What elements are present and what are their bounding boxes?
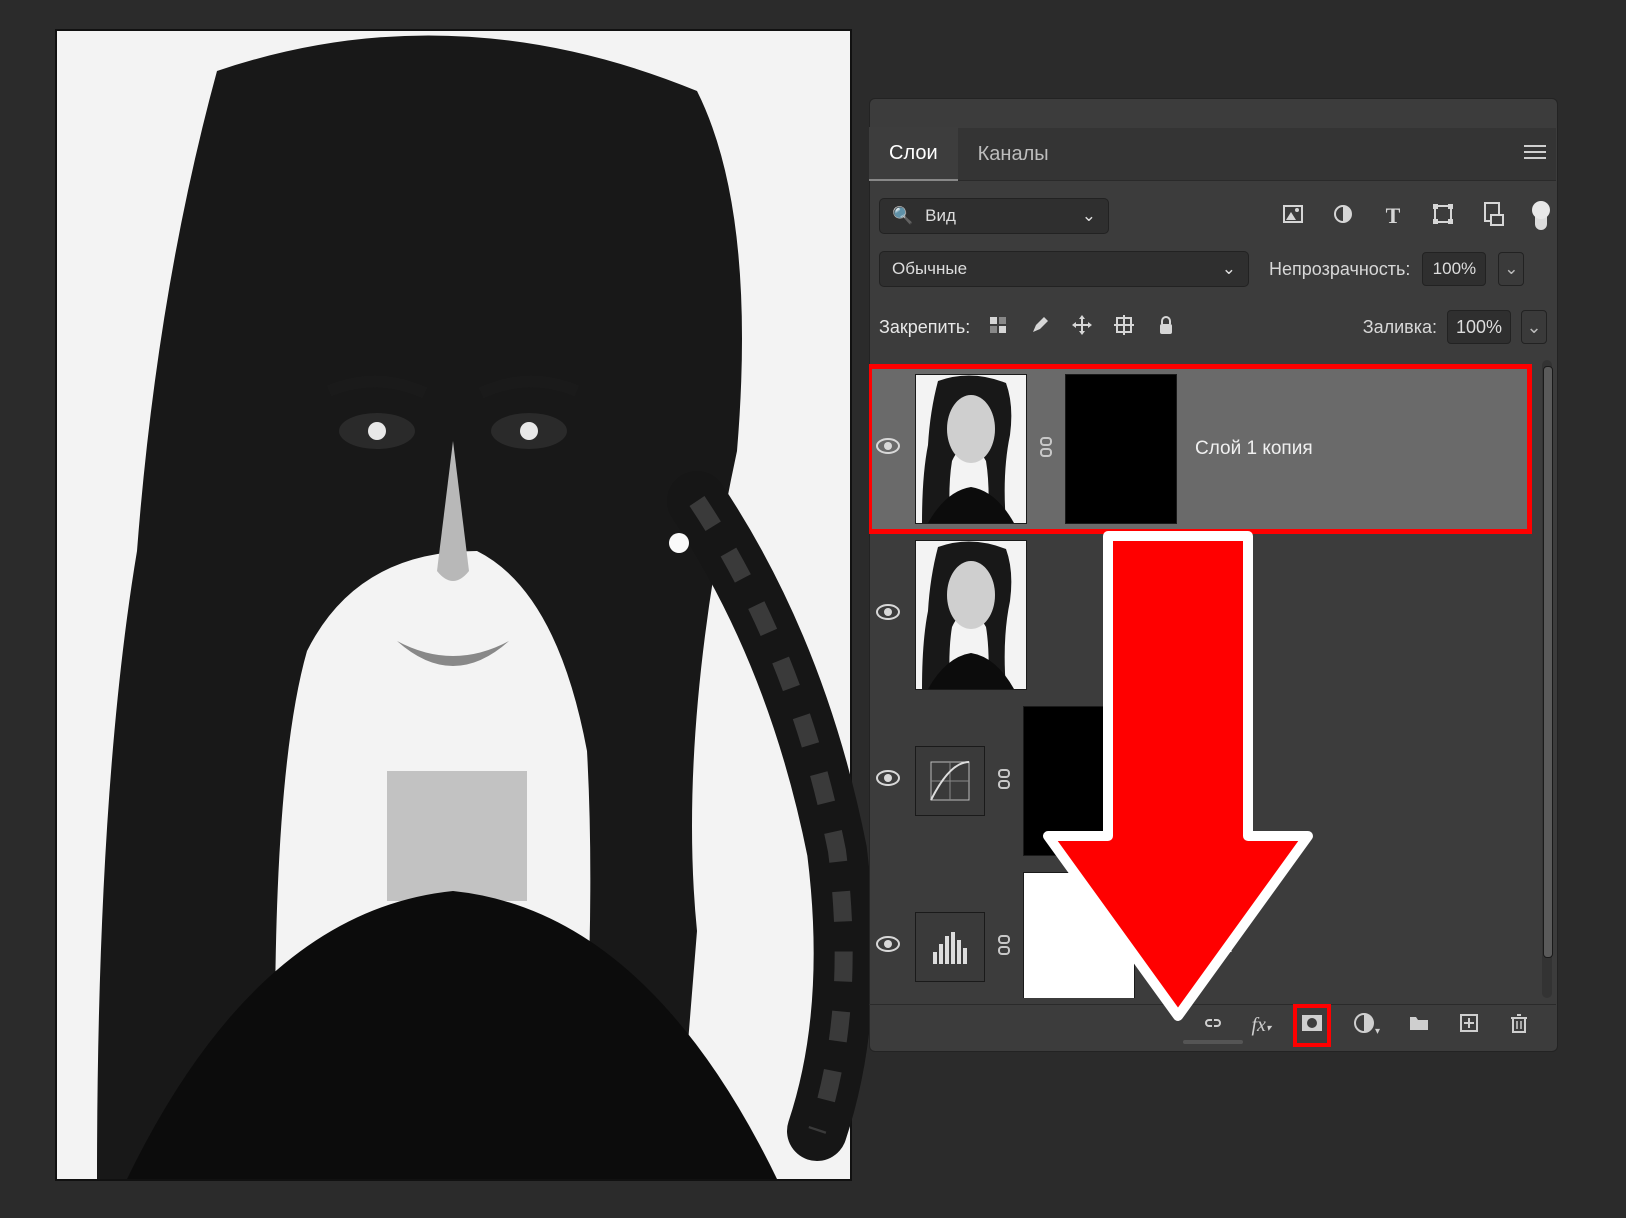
fill-value[interactable]: 100%	[1447, 310, 1511, 344]
layer-mask-thumbnail[interactable]	[1023, 872, 1135, 998]
layer-mask-thumbnail[interactable]	[1065, 374, 1177, 524]
group-icon[interactable]	[1408, 1012, 1430, 1039]
blend-mode-select[interactable]: Обычные ⌄	[879, 251, 1249, 287]
lock-label: Закрепить:	[879, 317, 970, 338]
new-layer-icon[interactable]	[1458, 1012, 1480, 1039]
panel-menu-icon[interactable]	[1524, 144, 1614, 165]
lock-artboard-icon[interactable]	[1114, 315, 1134, 340]
layers-action-bar: fx▾ ▾	[869, 1004, 1556, 1046]
filter-type-label: Вид	[925, 206, 956, 226]
tab-channels[interactable]: Каналы	[958, 128, 1069, 180]
canvas-image	[55, 29, 852, 1181]
chevron-down-icon: ⌄	[1082, 206, 1096, 226]
portrait-placeholder	[57, 31, 850, 1179]
layer-mask-thumbnail[interactable]	[1023, 706, 1135, 856]
visibility-icon[interactable]	[869, 935, 907, 959]
lock-pixels-icon[interactable]	[988, 315, 1008, 340]
adjustment-icon[interactable]: ▾	[1353, 1012, 1380, 1039]
tab-layers[interactable]: Слои	[869, 127, 958, 181]
layer-row[interactable]: Слой 1 копия	[869, 366, 1530, 532]
lock-move-icon[interactable]	[1072, 315, 1092, 340]
layers-scrollbar[interactable]	[1542, 360, 1552, 998]
layer-name[interactable]: Слой 1 копия	[1195, 438, 1313, 460]
layer-thumbnail[interactable]	[915, 540, 1027, 690]
layer-row[interactable]: ивые 2	[869, 698, 1530, 864]
visibility-icon[interactable]	[869, 769, 907, 793]
lock-row: Закрепить: Заливка: 100% ⌄	[879, 308, 1547, 346]
levels-adjustment-icon[interactable]	[915, 912, 985, 982]
mask-icon[interactable]	[1299, 1010, 1325, 1041]
filter-type-select[interactable]: 🔍 Вид ⌄	[879, 198, 1109, 234]
opacity-label: Непрозрачность:	[1269, 259, 1410, 280]
link-icon[interactable]	[1202, 1012, 1224, 1039]
opacity-value[interactable]: 100%	[1422, 252, 1486, 286]
blend-row: Обычные ⌄ Непрозрачность: 100% ⌄	[879, 248, 1547, 290]
layer-filter-row: 🔍 Вид ⌄ T	[879, 195, 1547, 237]
curves-adjustment-icon[interactable]	[915, 746, 985, 816]
image-icon[interactable]	[1279, 205, 1307, 228]
lock-brush-icon[interactable]	[1030, 315, 1050, 340]
opacity-dropdown[interactable]: ⌄	[1498, 252, 1524, 286]
shape-icon[interactable]	[1429, 204, 1457, 229]
layer-row[interactable]	[869, 532, 1530, 698]
visibility-icon[interactable]	[869, 603, 907, 627]
panel-tabs: Слои Каналы	[869, 128, 1556, 181]
link-mask-icon[interactable]	[993, 769, 1015, 794]
chevron-down-icon: ⌄	[1222, 259, 1236, 279]
lock-all-icon[interactable]	[1156, 315, 1176, 340]
visibility-icon[interactable]	[869, 437, 907, 461]
link-mask-icon[interactable]	[1035, 437, 1057, 462]
filter-toggle[interactable]	[1535, 202, 1547, 230]
panel-resize-grip[interactable]	[1183, 1040, 1243, 1044]
link-mask-icon[interactable]	[993, 935, 1015, 960]
adjust-icon[interactable]	[1329, 204, 1357, 229]
search-icon: 🔍	[892, 206, 913, 226]
smart-icon[interactable]	[1479, 203, 1507, 230]
layer-name[interactable]: Уровни 1	[1153, 936, 1232, 958]
fill-dropdown[interactable]: ⌄	[1521, 310, 1547, 344]
blend-mode-label: Обычные	[892, 259, 967, 279]
layer-name[interactable]: ивые 2	[1153, 770, 1214, 792]
type-icon[interactable]: T	[1379, 203, 1407, 229]
layer-row[interactable]: Уровни 1	[869, 864, 1530, 998]
fx-icon[interactable]: fx▾	[1252, 1014, 1271, 1037]
layer-thumbnail[interactable]	[915, 374, 1027, 524]
fill-label: Заливка:	[1363, 317, 1437, 338]
trash-icon[interactable]	[1508, 1012, 1530, 1039]
layers-list: Слой 1 копия ивые 2 Уровни 1	[869, 360, 1542, 998]
